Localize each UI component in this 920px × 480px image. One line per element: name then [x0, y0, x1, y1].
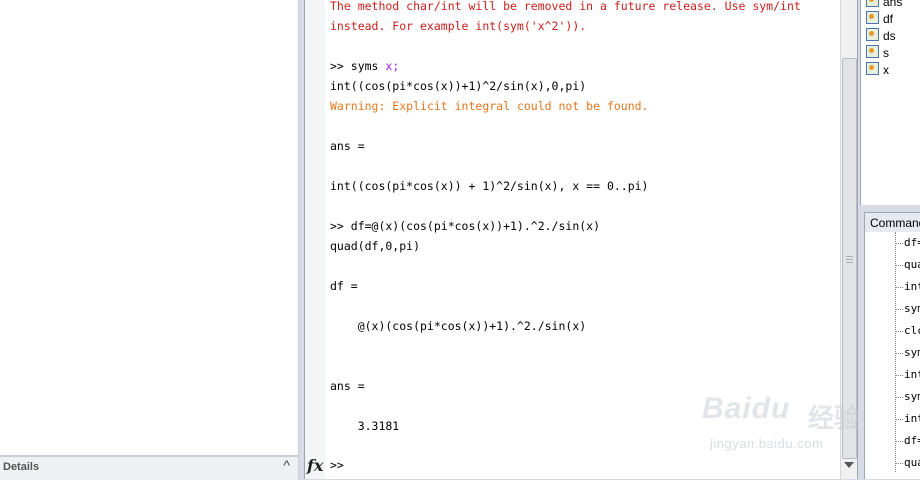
- command-line: The method char/int will be removed in a…: [330, 0, 801, 13]
- command-line: ans =: [330, 139, 365, 153]
- chevron-up-icon[interactable]: ^: [283, 457, 290, 473]
- command-prompt[interactable]: >>: [330, 458, 344, 472]
- history-item[interactable]: int: [895, 280, 920, 300]
- history-item[interactable]: clc: [895, 324, 920, 344]
- command-text: >> syms: [330, 59, 386, 73]
- command-line: [330, 116, 840, 136]
- history-item[interactable]: quad: [895, 258, 920, 278]
- history-item[interactable]: int: [895, 368, 920, 388]
- baidu-watermark: Baidu 经验 jingyan.baidu.com: [700, 392, 870, 464]
- workspace-variable[interactable]: ds: [866, 28, 896, 44]
- variable-name: ans: [883, 0, 903, 9]
- variable-icon: [866, 62, 879, 75]
- details-label: Details: [3, 461, 40, 473]
- variable-icon: [866, 28, 879, 41]
- workspace-panel: ans df ds s x: [860, 0, 920, 205]
- command-line: [330, 256, 840, 276]
- command-line: [330, 36, 840, 56]
- variable-name: s: [883, 46, 889, 60]
- grip-icon: — — —: [846, 253, 853, 266]
- variable-icon: [866, 45, 879, 58]
- variable-name: ds: [883, 29, 896, 43]
- fx-function-browser-icon[interactable]: fx: [307, 456, 323, 475]
- command-line: >> df=@(x)(cos(pi*cos(x))+1).^2./sin(x): [330, 219, 601, 233]
- history-item[interactable]: df=: [895, 434, 920, 454]
- command-line: int((cos(pi*cos(x))+1)^2/sin(x),0,pi): [330, 79, 587, 93]
- details-bar[interactable]: Details ^: [0, 456, 298, 480]
- history-item[interactable]: quad: [895, 456, 920, 476]
- watermark-url: jingyan.baidu.com: [710, 436, 824, 451]
- command-line: Warning: Explicit integral could not be …: [330, 99, 649, 113]
- command-history-panel: df=quadintsymsclcsymsintsymsintdf=quad: [864, 232, 920, 479]
- command-line: [330, 156, 840, 176]
- watermark-logo: Baidu: [702, 392, 791, 425]
- history-item[interactable]: syms: [895, 346, 920, 366]
- history-item[interactable]: int: [895, 412, 920, 432]
- command-line: quad(df,0,pi): [330, 239, 421, 253]
- command-gutter: [305, 0, 325, 479]
- command-line: instead. For example int(sym('x^2')).: [330, 19, 587, 33]
- command-line: int((cos(pi*cos(x)) + 1)^2/sin(x), x == …: [330, 179, 649, 193]
- workspace-variable[interactable]: s: [866, 45, 889, 61]
- command-output: The method char/int will be removed in a…: [330, 0, 840, 436]
- current-folder-panel: Details ^: [0, 0, 299, 480]
- command-line: @(x)(cos(pi*cos(x))+1).^2./sin(x): [330, 319, 587, 333]
- command-variable: x;: [385, 59, 400, 73]
- history-item[interactable]: syms: [895, 390, 920, 410]
- command-line: [330, 336, 840, 356]
- workspace-variable[interactable]: x: [866, 62, 889, 78]
- command-line: [330, 296, 840, 316]
- command-line: df =: [330, 279, 358, 293]
- command-line: >> syms x;: [330, 56, 840, 76]
- variable-icon: [866, 0, 879, 7]
- command-line: [330, 196, 840, 216]
- watermark-cn: 经验: [808, 403, 861, 433]
- workspace-variable[interactable]: ans: [866, 0, 902, 10]
- variable-icon: [866, 11, 879, 24]
- command-line: [330, 356, 840, 376]
- variable-name: x: [883, 63, 889, 77]
- variable-name: df: [883, 12, 894, 26]
- workspace-variable[interactable]: df: [866, 11, 893, 27]
- history-item[interactable]: syms: [895, 302, 920, 322]
- command-history-header[interactable]: Command History: [864, 212, 920, 244]
- history-item[interactable]: df=: [895, 236, 920, 256]
- file-list-area[interactable]: [0, 0, 298, 456]
